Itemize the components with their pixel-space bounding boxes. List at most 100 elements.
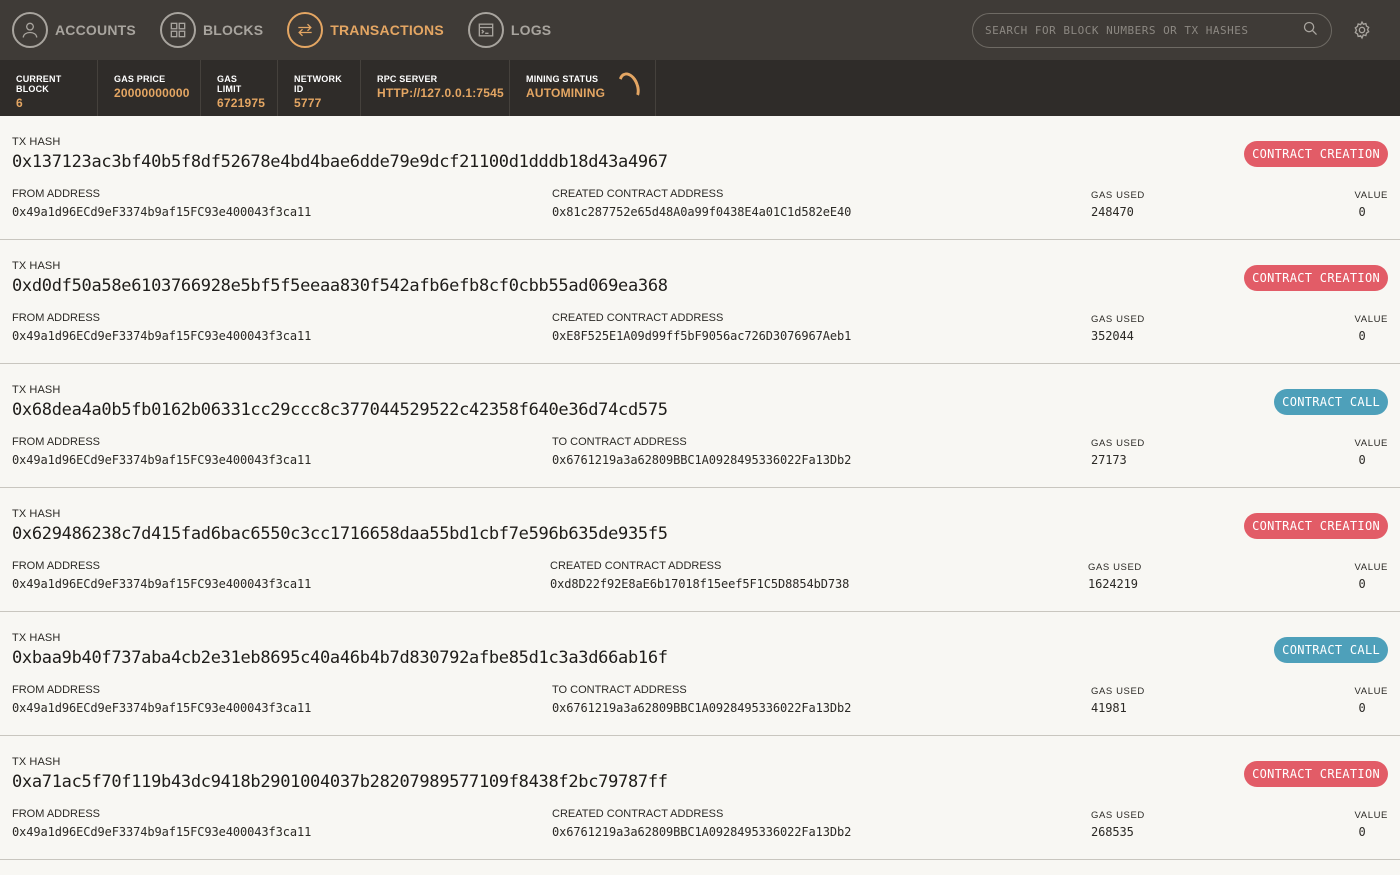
- user-icon: [12, 12, 48, 48]
- gas-used-field: GAS USED 352044: [1091, 312, 1145, 343]
- gear-icon[interactable]: [1352, 20, 1372, 40]
- from-address: 0x49a1d96ECd9eF3374b9af15FC93e400043f3ca…: [12, 577, 312, 591]
- nav-logs[interactable]: LOGS: [467, 12, 552, 48]
- terminal-icon: [467, 12, 504, 48]
- value-field: VALUE 0: [1355, 188, 1388, 219]
- contract-address-label: CREATED CONTRACT ADDRESS: [552, 808, 724, 820]
- tx-type-badge: CONTRACT CREATION: [1244, 513, 1388, 539]
- gas-used-label: GAS USED: [1091, 190, 1145, 201]
- gas-used: 248470: [1091, 205, 1134, 219]
- contract-address-field: TO CONTRACT ADDRESS 0x6761219a3a62809BBC…: [552, 436, 851, 467]
- value: 0: [1358, 701, 1366, 715]
- tx-type-badge: CONTRACT CALL: [1274, 389, 1388, 415]
- transaction-row[interactable]: TX HASH 0x68dea4a0b5fb0162b06331cc29ccc8…: [0, 364, 1400, 488]
- from-address-label: FROM ADDRESS: [12, 188, 101, 200]
- nav-blocks[interactable]: BLOCKS: [159, 12, 264, 48]
- tx-hash: 0x137123ac3bf40b5f8df52678e4bd4bae6dde79…: [12, 152, 668, 172]
- stat-value: 6: [16, 96, 23, 110]
- gas-used-field: GAS USED 248470: [1091, 188, 1145, 219]
- search-input[interactable]: [985, 24, 1302, 37]
- transaction-row[interactable]: TX HASH 0xa71ac5f70f119b43dc9418b2901004…: [0, 736, 1400, 860]
- value-label: VALUE: [1354, 810, 1388, 821]
- value-field: VALUE 0: [1355, 560, 1388, 591]
- transaction-row[interactable]: TX HASH 0xd0df50a58e6103766928e5bf5f5eea…: [0, 240, 1400, 364]
- nav-transactions[interactable]: TRANSACTIONS: [287, 12, 444, 48]
- tx-hash-label: TX HASH: [12, 260, 61, 272]
- transaction-row[interactable]: TX HASH 0x629486238c7d415fad6bac6550c3cc…: [0, 488, 1400, 612]
- gas-used-label: GAS USED: [1088, 562, 1142, 573]
- tx-hash: 0x68dea4a0b5fb0162b06331cc29ccc8c3770445…: [12, 400, 668, 420]
- gas-used-field: GAS USED 41981: [1091, 684, 1145, 715]
- contract-address: 0x6761219a3a62809BBC1A0928495336022Fa13D…: [552, 701, 852, 715]
- from-address-field: FROM ADDRESS 0x49a1d96ECd9eF3374b9af15FC…: [12, 560, 311, 591]
- status-bar: CURRENT BLOCK 6 GAS PRICE 20000000000 GA…: [0, 60, 1400, 116]
- from-address-label: FROM ADDRESS: [12, 312, 101, 324]
- from-address-field: FROM ADDRESS 0x49a1d96ECd9eF3374b9af15FC…: [12, 312, 311, 343]
- nav-accounts[interactable]: ACCOUNTS: [12, 12, 136, 48]
- tx-hash: 0x629486238c7d415fad6bac6550c3cc1716658d…: [12, 524, 668, 544]
- transaction-row[interactable]: TX HASH 0xbaa9b40f737aba4cb2e31eb8695c40…: [0, 612, 1400, 736]
- gas-used: 41981: [1091, 701, 1127, 715]
- contract-address-field: CREATED CONTRACT ADDRESS 0xE8F525E1A09d9…: [552, 312, 851, 343]
- nav-blocks-label: BLOCKS: [202, 22, 264, 38]
- tx-hash-label: TX HASH: [12, 508, 61, 520]
- stat-value: HTTP://127.0.0.1:7545: [377, 86, 504, 100]
- value: 0: [1358, 453, 1366, 467]
- value-label: VALUE: [1354, 314, 1388, 325]
- stat-value: 20000000000: [114, 86, 190, 100]
- contract-address-label: CREATED CONTRACT ADDRESS: [552, 312, 724, 324]
- search-box: [972, 13, 1332, 48]
- nav-transactions-label: TRANSACTIONS: [330, 22, 444, 38]
- from-address-label: FROM ADDRESS: [12, 436, 101, 448]
- tx-hash-label: TX HASH: [12, 136, 61, 148]
- value: 0: [1358, 329, 1366, 343]
- stat-value: 6721975: [217, 96, 266, 110]
- value-field: VALUE 0: [1355, 684, 1388, 715]
- from-address: 0x49a1d96ECd9eF3374b9af15FC93e400043f3ca…: [12, 825, 312, 839]
- contract-address-label: TO CONTRACT ADDRESS: [552, 684, 687, 696]
- tx-type-badge: CONTRACT CREATION: [1244, 761, 1388, 787]
- contract-address: 0xd8D22f92E8aE6b17018f15eef5F1C5D8854bD7…: [550, 577, 850, 591]
- transaction-list: TX HASH 0x137123ac3bf40b5f8df52678e4bd4b…: [0, 116, 1400, 860]
- gas-used: 1624219: [1088, 577, 1138, 591]
- stat-value: 5777: [294, 96, 322, 110]
- contract-address: 0xE8F525E1A09d99ff5bF9056ac726D3076967Ae…: [552, 329, 852, 343]
- stat-rpc-server: RPC SERVER HTTP://127.0.0.1:7545: [361, 60, 510, 116]
- contract-address: 0x6761219a3a62809BBC1A0928495336022Fa13D…: [552, 453, 852, 467]
- tx-hash-label: TX HASH: [12, 384, 61, 396]
- tx-hash: 0xbaa9b40f737aba4cb2e31eb8695c40a46b4b7d…: [12, 648, 668, 668]
- stat-network-id: NETWORK ID 5777: [278, 60, 361, 116]
- stat-gas-price: GAS PRICE 20000000000: [98, 60, 201, 116]
- value-field: VALUE 0: [1355, 312, 1388, 343]
- tx-type-badge: CONTRACT CREATION: [1244, 141, 1388, 167]
- from-address-label: FROM ADDRESS: [12, 808, 101, 820]
- value: 0: [1358, 205, 1366, 219]
- gas-used-label: GAS USED: [1091, 314, 1145, 325]
- from-address-field: FROM ADDRESS 0x49a1d96ECd9eF3374b9af15FC…: [12, 436, 311, 467]
- gas-used: 268535: [1091, 825, 1134, 839]
- contract-address-field: TO CONTRACT ADDRESS 0x6761219a3a62809BBC…: [552, 684, 851, 715]
- stat-mining-status: MINING STATUS AUTOMINING: [510, 60, 656, 116]
- nav-logs-label: LOGS: [510, 22, 552, 38]
- tx-type-badge: CONTRACT CALL: [1274, 637, 1388, 663]
- grid-icon: [159, 12, 196, 48]
- stat-label: CURRENT BLOCK: [16, 74, 62, 94]
- from-address-field: FROM ADDRESS 0x49a1d96ECd9eF3374b9af15FC…: [12, 188, 311, 219]
- transaction-row[interactable]: TX HASH 0x137123ac3bf40b5f8df52678e4bd4b…: [0, 116, 1400, 240]
- stat-current-block: CURRENT BLOCK 6: [0, 60, 98, 116]
- contract-address-label: CREATED CONTRACT ADDRESS: [550, 560, 722, 572]
- contract-address: 0x6761219a3a62809BBC1A0928495336022Fa13D…: [552, 825, 852, 839]
- gas-used-label: GAS USED: [1091, 810, 1145, 821]
- value: 0: [1358, 825, 1366, 839]
- mining-spinner-icon: [614, 69, 644, 105]
- tx-hash: 0xd0df50a58e6103766928e5bf5f5eeaa830f542…: [12, 276, 668, 296]
- gas-used-field: GAS USED 1624219: [1088, 560, 1142, 591]
- from-address: 0x49a1d96ECd9eF3374b9af15FC93e400043f3ca…: [12, 205, 312, 219]
- from-address-field: FROM ADDRESS 0x49a1d96ECd9eF3374b9af15FC…: [12, 684, 311, 715]
- search-icon[interactable]: [1302, 20, 1319, 42]
- from-address: 0x49a1d96ECd9eF3374b9af15FC93e400043f3ca…: [12, 453, 312, 467]
- gas-used-field: GAS USED 268535: [1091, 808, 1145, 839]
- tx-type-badge: CONTRACT CREATION: [1244, 265, 1388, 291]
- top-nav: ACCOUNTS BLOCKS TRANSACTIONS LOGS: [0, 0, 1400, 60]
- value-field: VALUE 0: [1355, 808, 1388, 839]
